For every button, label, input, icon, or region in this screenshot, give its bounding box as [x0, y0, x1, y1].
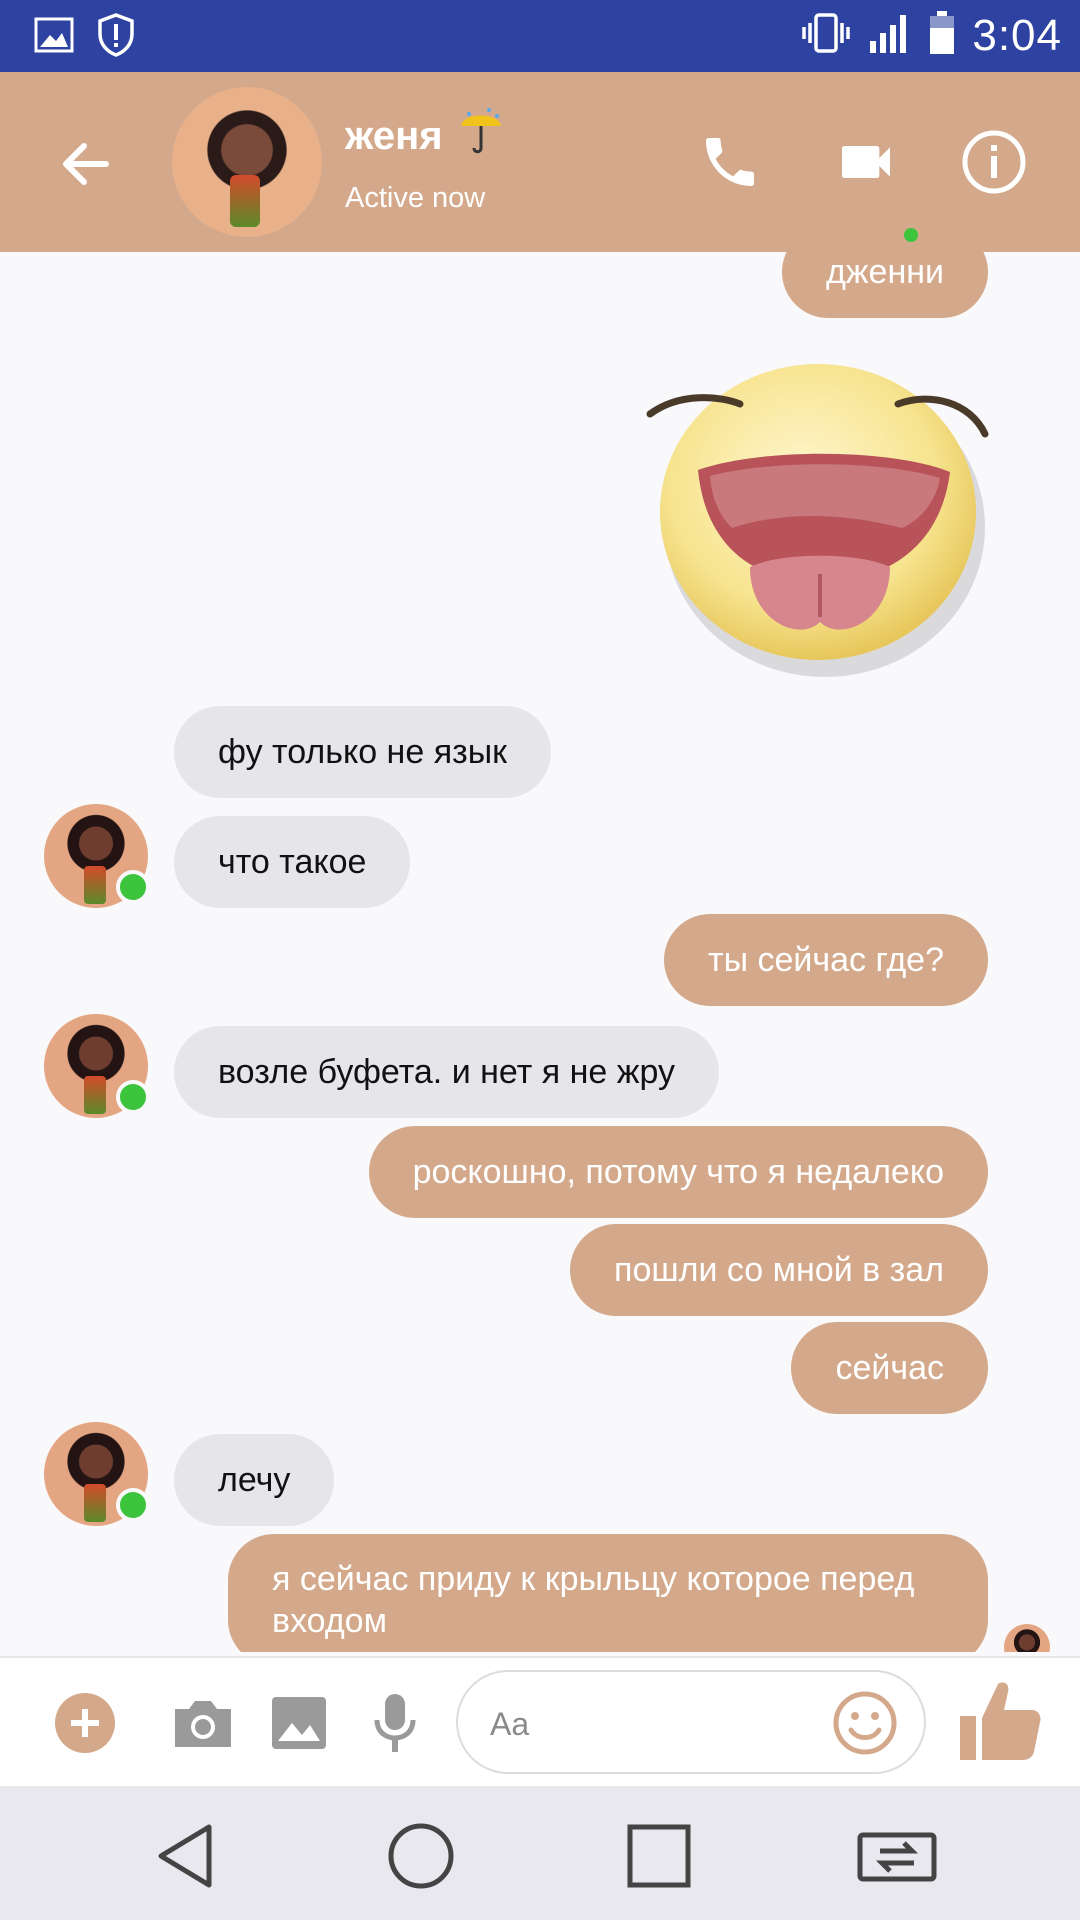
emoji-button[interactable]: [832, 1690, 898, 1756]
info-button[interactable]: [954, 122, 1034, 202]
arrow-left-icon: [63, 143, 109, 185]
home-circle-icon: [388, 1823, 454, 1889]
contact-status: Active now: [345, 182, 486, 214]
thumbs-up-icon: [960, 1682, 1041, 1760]
battery-icon: [928, 10, 956, 61]
nav-home-button[interactable]: [376, 1816, 466, 1896]
message-bubble[interactable]: возле буфета. и нет я не жру: [174, 1026, 719, 1118]
message-bubble[interactable]: пошли со мной в зал: [570, 1224, 988, 1316]
contact-name-text: женя: [345, 113, 443, 158]
like-button[interactable]: [954, 1676, 1054, 1776]
nav-recents-button[interactable]: [614, 1816, 704, 1896]
message-bubble[interactable]: фу только не язык: [174, 706, 551, 798]
online-indicator: [116, 870, 150, 904]
tongue-out-sticker[interactable]: [640, 352, 1000, 682]
back-triangle-icon: [158, 1824, 212, 1888]
message-input[interactable]: [488, 1698, 822, 1750]
message-input-container: [456, 1670, 926, 1774]
camera-icon: [175, 1701, 231, 1747]
status-time: 3:04: [972, 10, 1062, 60]
system-nav-bar: [0, 1786, 1080, 1920]
recents-square-icon: [627, 1824, 691, 1888]
message-bubble[interactable]: роскошно, потому что я недалеко: [368, 1126, 988, 1218]
shield-alert-icon: [96, 12, 136, 63]
gallery-button[interactable]: [264, 1688, 334, 1758]
message-bubble[interactable]: дженни: [781, 252, 988, 318]
message-bubble[interactable]: я сейчас приду к крыльцу которое перед в…: [228, 1534, 988, 1652]
video-call-button[interactable]: [826, 122, 906, 202]
message-bubble[interactable]: ты сейчас где?: [664, 914, 988, 1006]
message-list[interactable]: дженни фу только не язык что такое ты се…: [0, 252, 1080, 1652]
emoji-icon: [833, 1691, 897, 1755]
sender-avatar[interactable]: [44, 804, 150, 908]
gallery-icon: [272, 1697, 326, 1749]
plus-icon: [55, 1693, 115, 1753]
video-camera-icon: [842, 146, 890, 178]
vibrate-icon: [800, 11, 852, 60]
nav-switch-app-button[interactable]: [852, 1816, 942, 1896]
chat-header: женя Active now: [0, 72, 1080, 252]
contact-name[interactable]: женя: [345, 106, 503, 166]
microphone-button[interactable]: [360, 1688, 430, 1758]
call-button[interactable]: [690, 122, 770, 202]
switch-app-icon: [857, 1832, 937, 1882]
message-bubble[interactable]: сейчас: [791, 1322, 988, 1414]
sender-avatar[interactable]: [44, 1014, 150, 1118]
online-indicator: [116, 1080, 150, 1114]
message-bubble[interactable]: лечу: [174, 1434, 335, 1526]
camera-button[interactable]: [168, 1688, 238, 1758]
phone-icon: [706, 138, 754, 186]
info-icon: [962, 130, 1026, 194]
more-actions-button[interactable]: [50, 1688, 120, 1758]
sender-avatar[interactable]: [44, 1422, 150, 1526]
nav-back-button[interactable]: [140, 1816, 230, 1896]
status-bar: 3:04: [0, 0, 1080, 72]
online-indicator: [116, 1488, 150, 1522]
contact-avatar[interactable]: [172, 87, 322, 237]
read-receipt-avatar: [1004, 1624, 1050, 1652]
message-composer: [0, 1656, 1080, 1788]
microphone-icon: [374, 1694, 416, 1752]
umbrella-emoji-icon: [459, 106, 503, 166]
signal-icon: [868, 11, 912, 60]
online-indicator: [904, 228, 918, 242]
gallery-notification-icon: [34, 15, 74, 60]
back-button[interactable]: [54, 132, 118, 196]
message-bubble[interactable]: что такое: [174, 816, 411, 908]
